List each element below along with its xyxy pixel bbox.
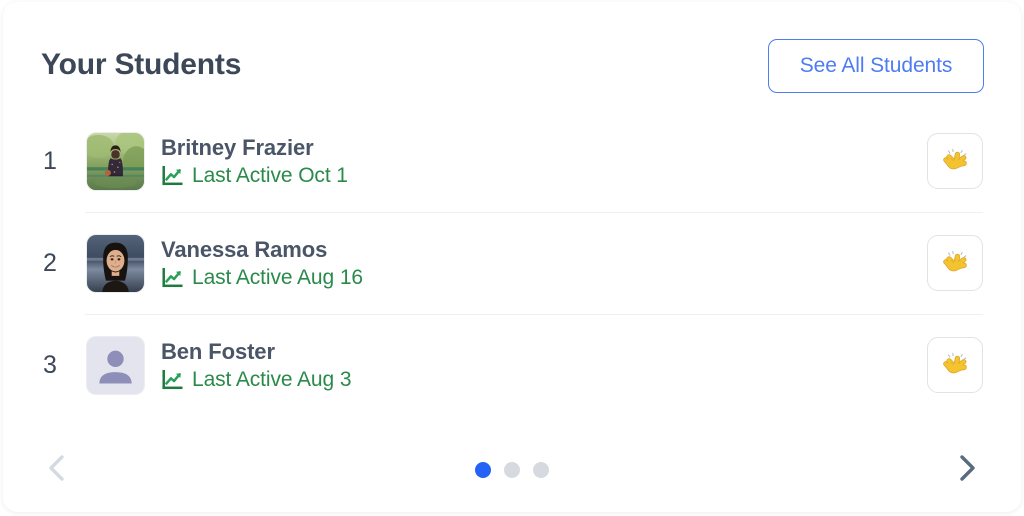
chevron-right-icon xyxy=(960,455,975,481)
student-name: Britney Frazier xyxy=(161,134,314,160)
student-list: 1 Britney Frazier Last Active Oct 1 2 Va… xyxy=(3,110,1021,416)
clap-button[interactable] xyxy=(927,235,983,291)
last-active-line: Last Active Oct 1 xyxy=(161,163,927,188)
card-header: Your Students See All Students xyxy=(3,2,1021,110)
clapping-hands-icon xyxy=(943,250,967,272)
chart-increasing-icon xyxy=(162,166,183,186)
student-info: Vanessa Ramos Last Active Aug 16 xyxy=(161,236,927,291)
student-name: Ben Foster xyxy=(161,338,275,364)
chevron-left-icon xyxy=(49,455,64,481)
carousel-dot-3[interactable] xyxy=(533,462,549,478)
carousel-footer xyxy=(3,420,1021,512)
avatar xyxy=(87,132,144,190)
student-rank: 2 xyxy=(43,248,57,277)
student-rank: 1 xyxy=(43,146,57,175)
chart-increasing-icon xyxy=(162,268,183,288)
student-name: Vanessa Ramos xyxy=(161,236,328,262)
last-active-line: Last Active Aug 16 xyxy=(161,265,927,290)
student-row[interactable]: 1 Britney Frazier Last Active Oct 1 xyxy=(3,110,1021,212)
student-row[interactable]: 2 Vanessa Ramos Last Active Aug 16 xyxy=(3,212,1021,314)
student-info: Ben Foster Last Active Aug 3 xyxy=(161,338,927,393)
your-students-card: Your Students See All Students 1 Britney… xyxy=(3,2,1021,512)
student-rank: 3 xyxy=(43,350,57,379)
avatar xyxy=(87,234,144,292)
last-active-text: Last Active Aug 16 xyxy=(192,266,363,290)
chart-increasing-icon xyxy=(162,370,183,390)
carousel-dot-2[interactable] xyxy=(504,462,520,478)
clap-button[interactable] xyxy=(927,133,983,189)
see-all-students-button[interactable]: See All Students xyxy=(768,39,984,93)
clap-button[interactable] xyxy=(927,337,983,393)
clapping-hands-icon xyxy=(943,352,967,374)
carousel-next-button[interactable] xyxy=(945,446,989,490)
avatar-placeholder xyxy=(87,336,144,394)
last-active-text: Last Active Oct 1 xyxy=(192,164,348,188)
carousel-dots xyxy=(475,462,549,478)
carousel-dot-1[interactable] xyxy=(475,462,491,478)
last-active-text: Last Active Aug 3 xyxy=(192,368,352,392)
carousel-prev-button[interactable] xyxy=(35,446,79,490)
clapping-hands-icon xyxy=(943,148,967,170)
page-title: Your Students xyxy=(41,48,242,81)
student-info: Britney Frazier Last Active Oct 1 xyxy=(161,134,927,189)
student-row[interactable]: 3 Ben Foster Last Active Aug 3 xyxy=(3,314,1021,416)
last-active-line: Last Active Aug 3 xyxy=(161,367,927,392)
